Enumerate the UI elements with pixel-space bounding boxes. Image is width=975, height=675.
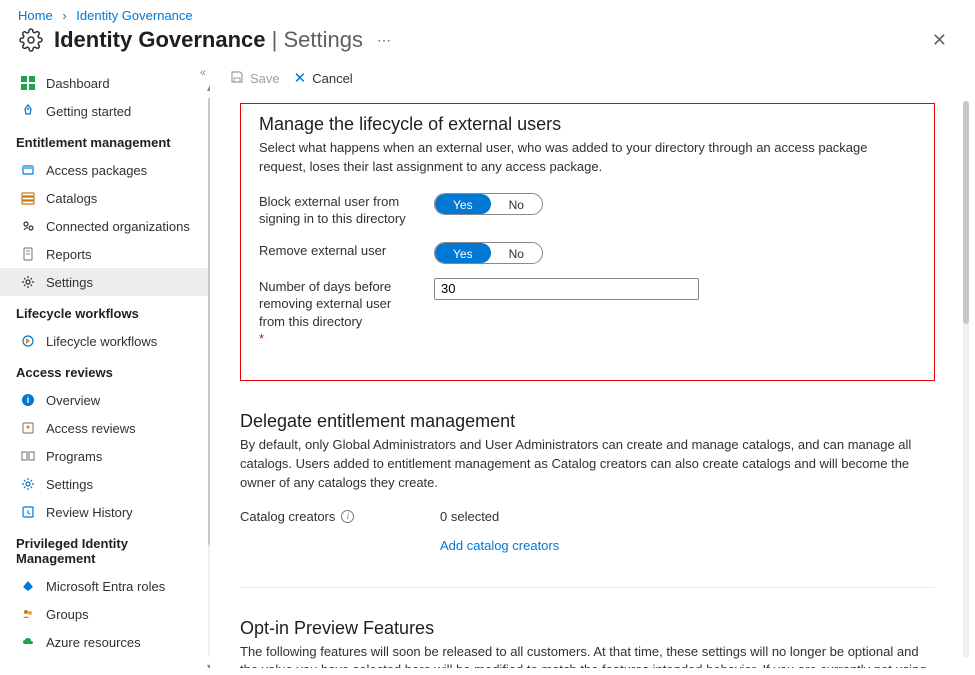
programs-icon xyxy=(20,448,36,464)
entra-icon xyxy=(20,578,36,594)
sidebar-item-overview[interactable]: i Overview xyxy=(0,386,210,414)
report-icon xyxy=(20,246,36,262)
block-signin-toggle[interactable]: Yes No xyxy=(434,193,543,215)
catalog-icon xyxy=(20,190,36,206)
toggle-no[interactable]: No xyxy=(491,194,542,214)
remove-user-row: Remove external user Yes No xyxy=(259,242,916,264)
sidebar-item-label: Getting started xyxy=(46,104,131,119)
toggle-yes[interactable]: Yes xyxy=(435,243,491,263)
close-icon[interactable]: ✕ xyxy=(932,30,947,51)
block-signin-label: Block external user from signing in to t… xyxy=(259,193,414,228)
workflow-icon xyxy=(20,333,36,349)
sidebar-item-label: Azure resources xyxy=(46,635,141,650)
sidebar-item-label: Access packages xyxy=(46,163,147,178)
dashboard-icon xyxy=(20,75,36,91)
catalog-creators-count: 0 selected xyxy=(440,509,499,524)
section-separator xyxy=(240,587,935,588)
breadcrumb-separator: › xyxy=(62,8,66,23)
delegate-desc: By default, only Global Administrators a… xyxy=(240,436,935,493)
access-icon xyxy=(20,420,36,436)
sidebar-item-groups[interactable]: Groups xyxy=(0,600,210,628)
info-icon: i xyxy=(20,392,36,408)
save-icon xyxy=(230,70,244,87)
lifecycle-section-highlight: Manage the lifecycle of external users S… xyxy=(240,103,935,381)
sidebar: « ▲ ▼ Dashboard Getting started Entitlem… xyxy=(0,61,210,668)
sidebar-item-label: Dashboard xyxy=(46,76,110,91)
sidebar-item-label: Review History xyxy=(46,505,133,520)
rocket-icon xyxy=(20,103,36,119)
sidebar-item-dashboard[interactable]: Dashboard xyxy=(0,69,210,97)
days-label: Number of days before removing external … xyxy=(259,278,414,348)
sidebar-item-label: Reports xyxy=(46,247,92,262)
svg-text:i: i xyxy=(27,395,30,405)
sidebar-item-connected-orgs[interactable]: Connected organizations xyxy=(0,212,210,240)
add-catalog-creators-link[interactable]: Add catalog creators xyxy=(440,538,559,553)
gear-blue-icon xyxy=(20,476,36,492)
sidebar-item-access-packages[interactable]: Access packages xyxy=(0,156,210,184)
sidebar-item-label: Access reviews xyxy=(46,421,136,436)
sidebar-item-reports[interactable]: Reports xyxy=(0,240,210,268)
cancel-icon: ✕ xyxy=(294,69,307,87)
toggle-yes[interactable]: Yes xyxy=(435,194,491,214)
package-icon xyxy=(20,162,36,178)
page-title: Identity Governance | Settings xyxy=(54,27,363,53)
info-icon[interactable]: i xyxy=(341,510,354,523)
sidebar-item-ar-settings[interactable]: Settings xyxy=(0,470,210,498)
lifecycle-title: Manage the lifecycle of external users xyxy=(259,114,916,135)
org-icon xyxy=(20,218,36,234)
cancel-button[interactable]: ✕ Cancel xyxy=(294,69,353,87)
sidebar-item-catalogs[interactable]: Catalogs xyxy=(0,184,210,212)
breadcrumb: Home › Identity Governance xyxy=(0,0,975,25)
toggle-no[interactable]: No xyxy=(491,243,542,263)
sidebar-item-label: Connected organizations xyxy=(46,219,190,234)
sidebar-group-lifecycle: Lifecycle workflows xyxy=(0,296,210,327)
sidebar-item-label: Settings xyxy=(46,477,93,492)
toolbar: Save ✕ Cancel xyxy=(210,61,975,95)
lifecycle-desc: Select what happens when an external use… xyxy=(259,139,916,177)
groups-icon xyxy=(20,606,36,622)
collapse-sidebar-icon[interactable]: « xyxy=(200,67,206,79)
sidebar-item-getting-started[interactable]: Getting started xyxy=(0,97,210,125)
breadcrumb-home[interactable]: Home xyxy=(18,8,53,23)
preview-desc: The following features will soon be rele… xyxy=(240,643,935,669)
sidebar-item-azure-resources[interactable]: Azure resources xyxy=(0,628,210,656)
sidebar-item-entra-roles[interactable]: Microsoft Entra roles xyxy=(0,572,210,600)
gear-icon xyxy=(18,27,44,53)
delegate-title: Delegate entitlement management xyxy=(240,411,935,432)
history-icon xyxy=(20,504,36,520)
block-signin-row: Block external user from signing in to t… xyxy=(259,193,916,228)
save-button[interactable]: Save xyxy=(230,70,280,87)
sidebar-group-access-reviews: Access reviews xyxy=(0,355,210,386)
sidebar-item-label: Microsoft Entra roles xyxy=(46,579,165,594)
cloud-icon xyxy=(20,634,36,650)
remove-user-toggle[interactable]: Yes No xyxy=(434,242,543,264)
sidebar-item-label: Catalogs xyxy=(46,191,97,206)
sidebar-item-label: Programs xyxy=(46,449,102,464)
catalog-creators-label: Catalog creators i xyxy=(240,509,420,524)
breadcrumb-page[interactable]: Identity Governance xyxy=(76,8,192,23)
gear-icon xyxy=(20,274,36,290)
more-icon[interactable]: ⋯ xyxy=(377,32,391,49)
sidebar-group-terms: Terms of use xyxy=(0,656,210,668)
content-scrollbar[interactable] xyxy=(963,101,969,658)
preview-section: Opt-in Preview Features The following fe… xyxy=(240,618,935,669)
sidebar-item-label: Overview xyxy=(46,393,100,408)
sidebar-item-programs[interactable]: Programs xyxy=(0,442,210,470)
sidebar-item-label: Lifecycle workflows xyxy=(46,334,157,349)
sidebar-item-access-reviews[interactable]: Access reviews xyxy=(0,414,210,442)
page-header: Identity Governance | Settings ⋯ ✕ xyxy=(0,25,975,61)
delegate-section: Delegate entitlement management By defau… xyxy=(240,411,935,553)
sidebar-item-settings[interactable]: Settings xyxy=(0,268,210,296)
sidebar-group-entitlement: Entitlement management xyxy=(0,125,210,156)
remove-user-label: Remove external user xyxy=(259,242,414,260)
days-row: Number of days before removing external … xyxy=(259,278,916,348)
sidebar-item-lifecycle-workflows[interactable]: Lifecycle workflows xyxy=(0,327,210,355)
sidebar-item-label: Groups xyxy=(46,607,89,622)
preview-title: Opt-in Preview Features xyxy=(240,618,935,639)
sidebar-group-pim: Privileged Identity Management xyxy=(0,526,210,572)
sidebar-item-review-history[interactable]: Review History xyxy=(0,498,210,526)
sidebar-item-label: Settings xyxy=(46,275,93,290)
days-input[interactable] xyxy=(434,278,699,300)
